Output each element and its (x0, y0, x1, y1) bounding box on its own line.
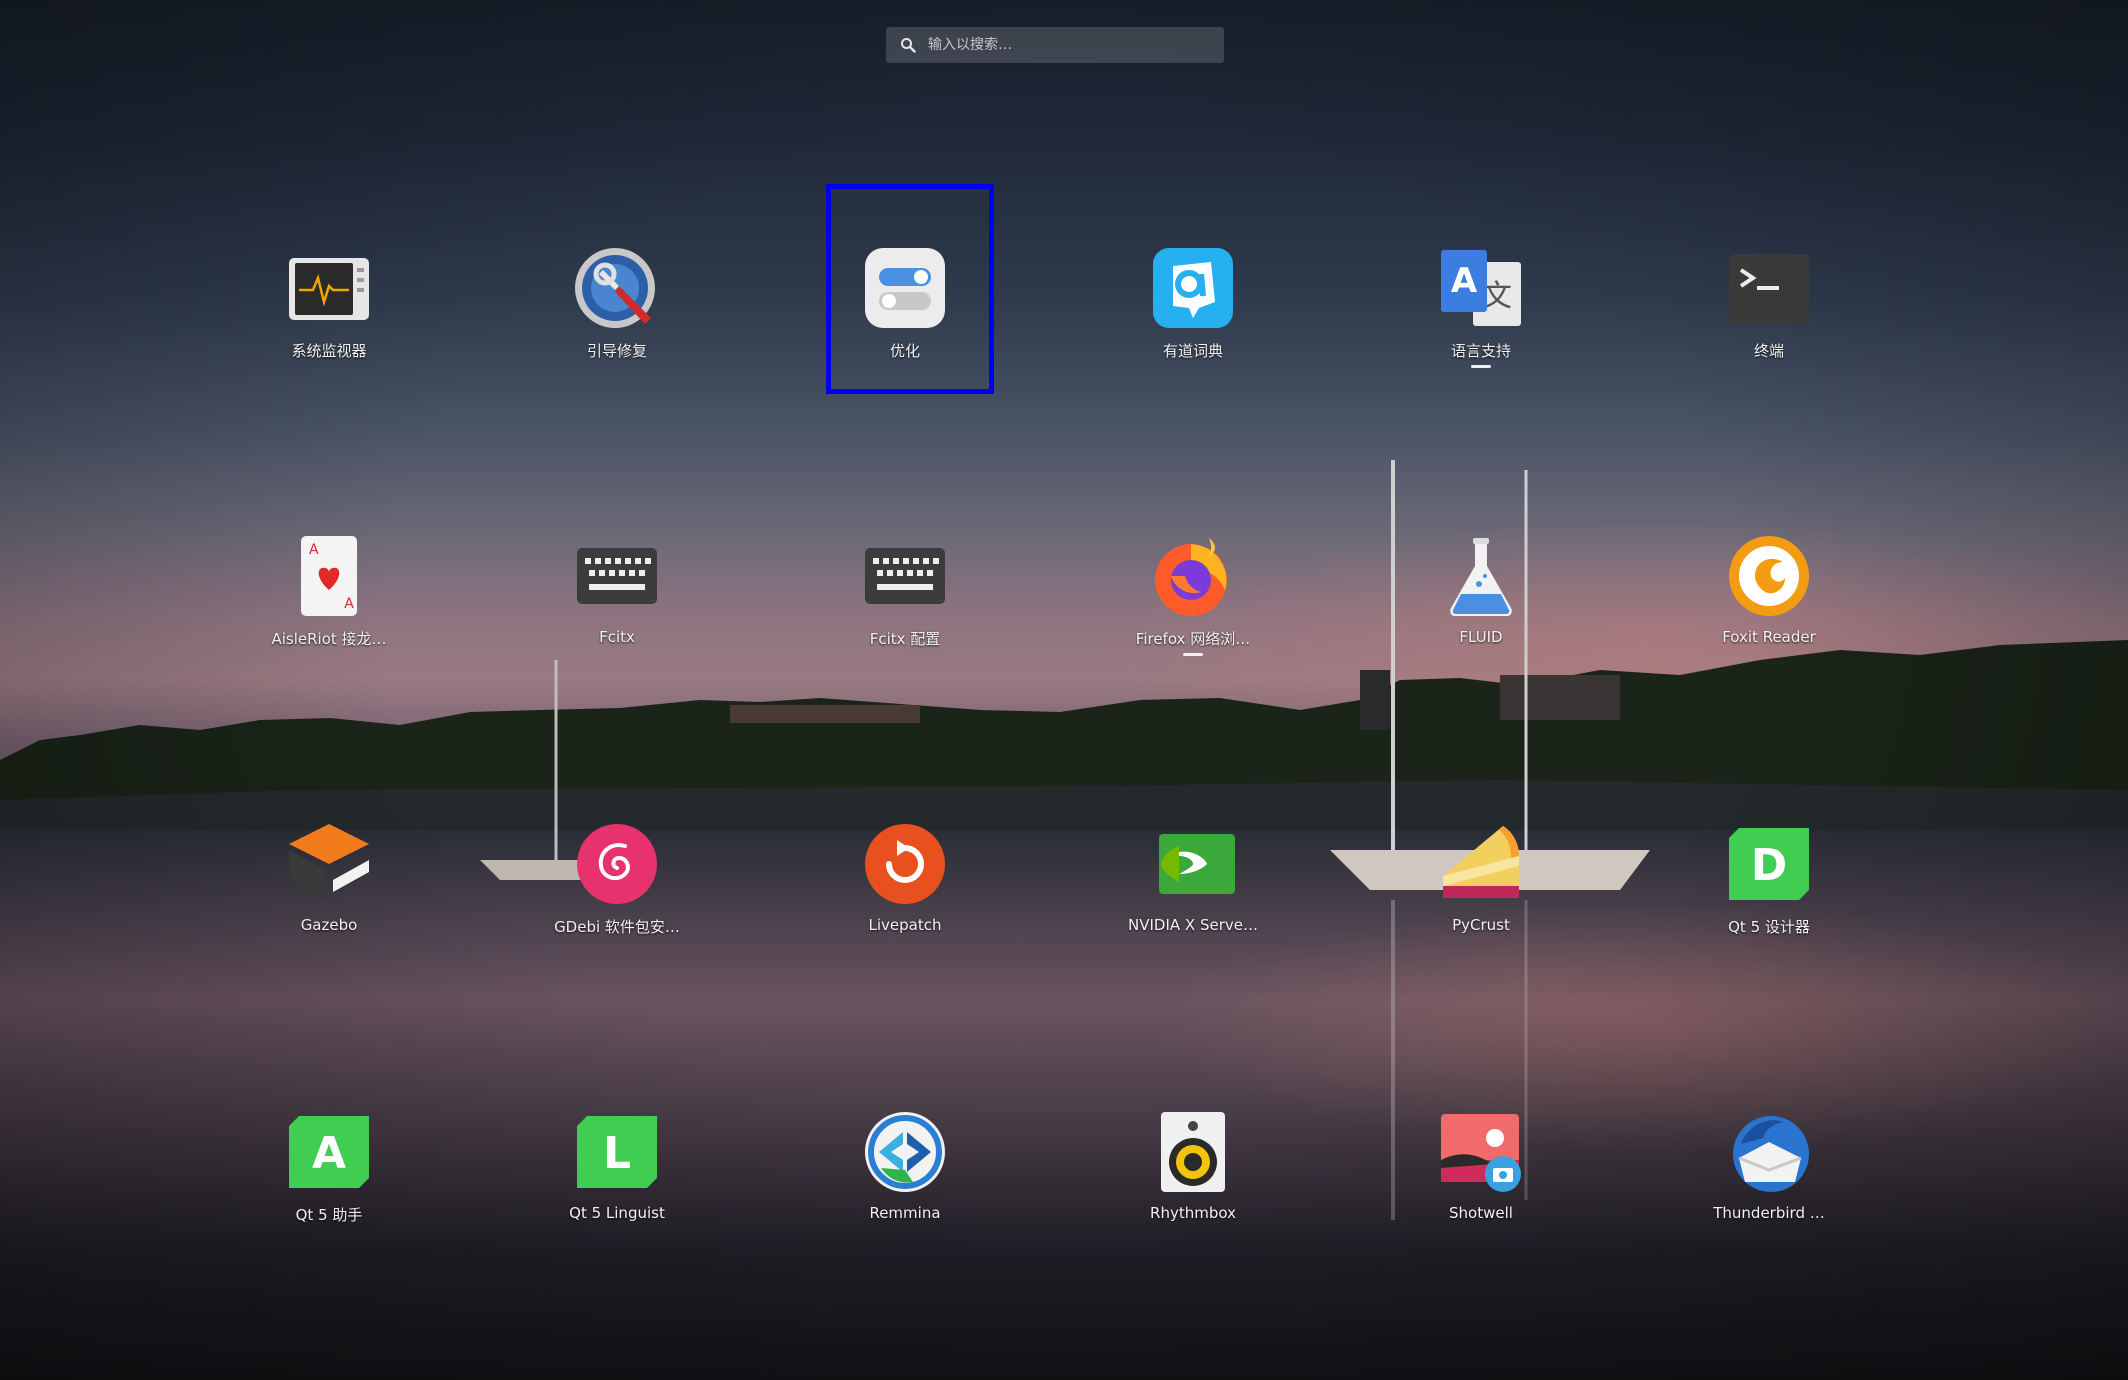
app-label: Rhythmbox (1150, 1204, 1236, 1222)
app-tile-fcitx[interactable]: Fcitx (532, 528, 702, 708)
running-indicator (1471, 365, 1491, 368)
app-label: Fcitx 配置 (869, 630, 941, 648)
app-tile-pycrust[interactable]: PyCrust (1396, 816, 1566, 996)
app-label: 引导修复 (586, 342, 647, 360)
app-tile-fcitx-config[interactable]: Fcitx 配置 (820, 528, 990, 708)
app-label: Thunderbird … (1713, 1204, 1825, 1222)
app-label: Gazebo (300, 916, 358, 934)
app-tile-rhythmbox[interactable]: Rhythmbox (1108, 1104, 1278, 1284)
speaker-icon (1149, 1108, 1237, 1196)
app-tile-fluid[interactable]: FLUID (1396, 528, 1566, 708)
livepatch-icon (861, 820, 949, 908)
app-label: Fcitx (599, 628, 635, 646)
svg-text:A: A (344, 596, 354, 612)
app-tile-tweaks[interactable]: 优化 (820, 240, 990, 420)
app-label: Remmina (869, 1204, 941, 1222)
app-tile-aisleriot[interactable]: AA AisleRiot 接龙… (244, 528, 414, 708)
gazebo-icon (285, 820, 373, 908)
tweaks-icon (861, 244, 949, 332)
app-tile-system-monitor[interactable]: 系统监视器 (244, 240, 414, 420)
qt-linguist-icon: L (573, 1108, 661, 1196)
app-tile-qt5-designer[interactable]: D Qt 5 设计器 (1684, 816, 1854, 996)
app-grid: 系统监视器 引导修复 优化 有道词典 文A 语言支持 终端 AA AisleRi… (0, 0, 2128, 1380)
app-label: FLUID (1459, 628, 1503, 646)
svg-text:D: D (1751, 840, 1788, 891)
app-label: Qt 5 助手 (295, 1206, 363, 1224)
terminal-icon (1725, 244, 1813, 332)
app-tile-qt5-assistant[interactable]: A Qt 5 助手 (244, 1104, 414, 1284)
running-indicator (1183, 653, 1203, 656)
app-label: NVIDIA X Serve… (1128, 916, 1258, 934)
app-label: 终端 (1753, 342, 1784, 360)
qt-designer-icon: D (1725, 820, 1813, 908)
firefox-icon (1149, 532, 1237, 620)
app-tile-foxit-reader[interactable]: Foxit Reader (1684, 528, 1854, 708)
app-label: AisleRiot 接龙… (271, 630, 387, 648)
app-label: 语言支持 (1450, 342, 1511, 360)
pie-slice-icon (1437, 820, 1525, 908)
svg-text:L: L (603, 1128, 631, 1179)
app-label: Firefox 网络浏… (1135, 630, 1251, 648)
app-label: Qt 5 设计器 (1728, 918, 1810, 936)
app-tile-language-support[interactable]: 文A 语言支持 (1396, 240, 1566, 420)
app-tile-remmina[interactable]: Remmina (820, 1104, 990, 1284)
foxit-reader-icon (1725, 532, 1813, 620)
app-tile-boot-repair[interactable]: 引导修复 (532, 240, 702, 420)
svg-text:A: A (1451, 261, 1478, 301)
thunderbird-icon (1725, 1108, 1813, 1196)
qt-assistant-icon: A (285, 1108, 373, 1196)
app-label: Livepatch (868, 916, 942, 934)
flask-icon (1437, 532, 1525, 620)
svg-text:A: A (312, 1128, 346, 1179)
app-label: GDebi 软件包安… (554, 918, 680, 936)
boot-repair-icon (573, 244, 661, 332)
app-tile-thunderbird[interactable]: Thunderbird … (1684, 1104, 1854, 1284)
svg-text:A: A (309, 542, 319, 558)
app-tile-livepatch[interactable]: Livepatch (820, 816, 990, 996)
keyboard-icon (861, 532, 949, 620)
debian-swirl-icon (573, 820, 661, 908)
app-tile-shotwell[interactable]: Shotwell (1396, 1104, 1566, 1284)
playing-card-icon: AA (285, 532, 373, 620)
app-tile-gdebi[interactable]: GDebi 软件包安… (532, 816, 702, 996)
app-tile-nvidia-settings[interactable]: NVIDIA X Serve… (1108, 816, 1278, 996)
keyboard-icon (573, 532, 661, 620)
app-label: Shotwell (1449, 1204, 1513, 1222)
youdao-dict-icon (1149, 244, 1237, 332)
app-label: 优化 (889, 342, 920, 360)
app-label: Qt 5 Linguist (569, 1204, 665, 1222)
app-label: 有道词典 (1162, 342, 1223, 360)
photo-camera-icon (1437, 1108, 1525, 1196)
app-label: PyCrust (1452, 916, 1510, 934)
app-tile-terminal[interactable]: 终端 (1684, 240, 1854, 420)
app-label: Foxit Reader (1722, 628, 1816, 646)
app-tile-youdao-dict[interactable]: 有道词典 (1108, 240, 1278, 420)
system-monitor-icon (285, 244, 373, 332)
language-support-icon: 文A (1437, 244, 1525, 332)
app-tile-firefox[interactable]: Firefox 网络浏… (1108, 528, 1278, 708)
nvidia-icon (1149, 820, 1237, 908)
app-label: 系统监视器 (291, 342, 367, 360)
remmina-icon (861, 1108, 949, 1196)
app-tile-qt5-linguist[interactable]: L Qt 5 Linguist (532, 1104, 702, 1284)
app-tile-gazebo[interactable]: Gazebo (244, 816, 414, 996)
